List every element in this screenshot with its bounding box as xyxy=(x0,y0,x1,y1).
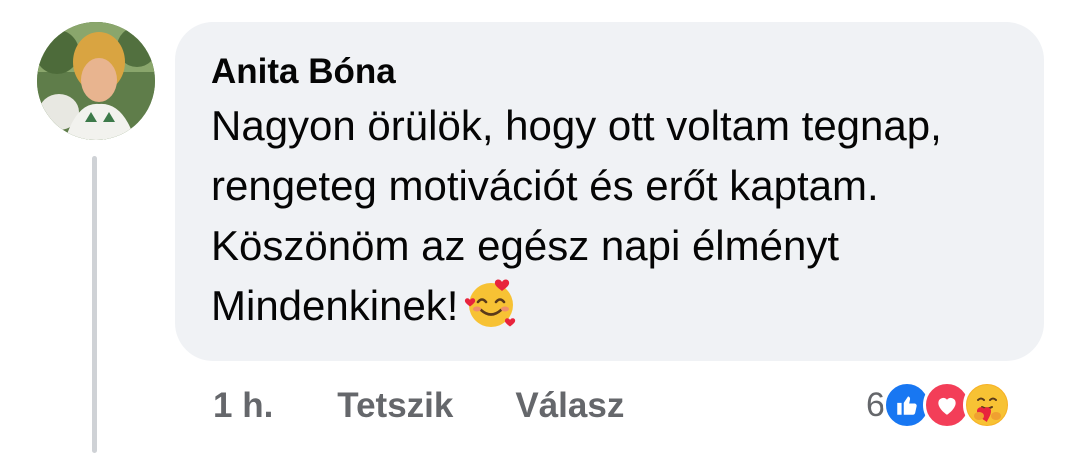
like-button[interactable]: Tetszik xyxy=(337,386,453,426)
care-icon xyxy=(962,381,1011,429)
reactions-summary[interactable]: 6 xyxy=(866,378,1011,432)
comment-timestamp[interactable]: 1 h. xyxy=(213,386,273,426)
avatar[interactable] xyxy=(37,22,155,140)
comment-body: Nagyon örülök, hogy ott voltam tegnap, r… xyxy=(211,96,991,336)
avatar-photo xyxy=(37,22,155,140)
smiling-face-with-hearts-icon xyxy=(464,276,518,330)
comment-container: Anita Bóna Nagyon örülök, hogy ott volta… xyxy=(0,0,1080,453)
comment-bubble: Anita Bóna Nagyon örülök, hogy ott volta… xyxy=(175,22,1044,361)
thread-line xyxy=(92,156,97,453)
comment-author[interactable]: Anita Bóna xyxy=(211,50,1008,94)
comment-actions: 1 h. Tetszik Válasz xyxy=(213,383,686,429)
comment-text: Nagyon örülök, hogy ott voltam tegnap, r… xyxy=(211,102,942,329)
reply-button[interactable]: Válasz xyxy=(515,386,624,426)
